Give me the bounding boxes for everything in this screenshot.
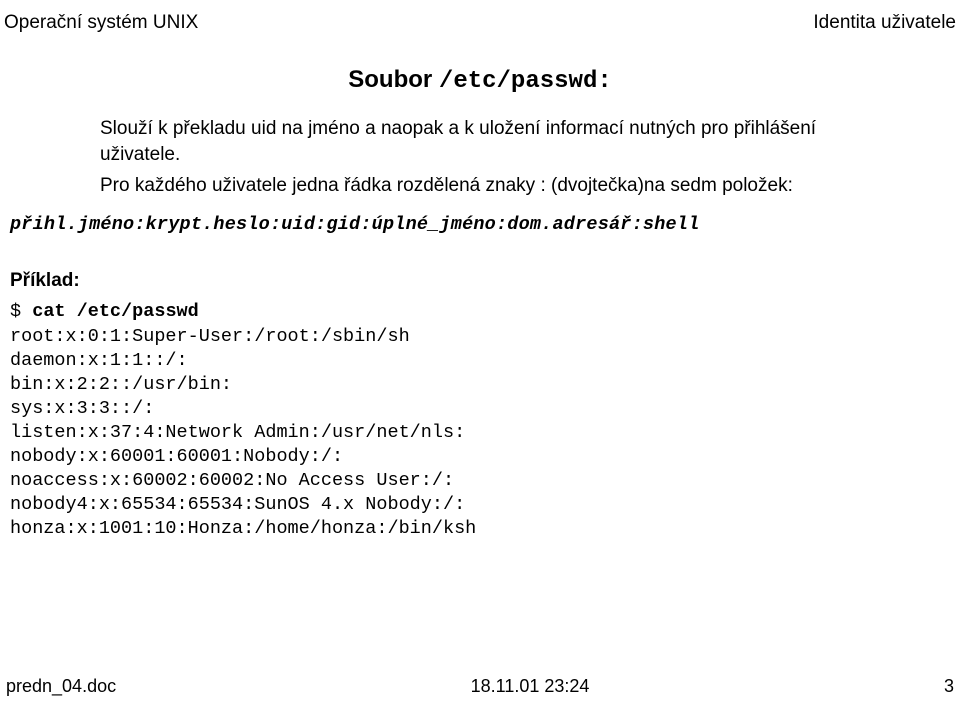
example-label: Příklad: — [10, 268, 900, 294]
header-right: Identita uživatele — [813, 10, 956, 36]
title-path: /etc/passwd: — [439, 68, 612, 95]
footer-right: 3 — [944, 674, 954, 698]
output-line: noaccess:x:60002:60002:No Access User:/: — [10, 469, 900, 493]
page-header: Operační systém UNIX Identita uživatele — [0, 10, 960, 36]
paragraph-1: Slouží k překladu uid na jméno a naopak … — [100, 116, 900, 167]
output-line: nobody:x:60001:60001:Nobody:/: — [10, 445, 900, 469]
example-block: Příklad: $ cat /etc/passwd root:x:0:1:Su… — [10, 268, 900, 541]
title-word: Soubor — [348, 66, 432, 93]
prompt: $ — [10, 301, 32, 322]
output-line: listen:x:37:4:Network Admin:/usr/net/nls… — [10, 421, 900, 445]
output-line: root:x:0:1:Super-User:/root:/sbin/sh — [10, 325, 900, 349]
page-title: Soubor /etc/passwd: — [0, 64, 960, 98]
output-line: daemon:x:1:1::/: — [10, 349, 900, 373]
output-line: bin:x:2:2::/usr/bin: — [10, 373, 900, 397]
output-line: sys:x:3:3::/: — [10, 397, 900, 421]
footer-left: predn_04.doc — [6, 674, 116, 698]
output-line: nobody4:x:65534:65534:SunOS 4.x Nobody:/… — [10, 493, 900, 517]
header-left: Operační systém UNIX — [4, 10, 198, 36]
footer-center: 18.11.01 23:24 — [471, 674, 590, 698]
format-line: přihl.jméno:krypt.heslo:uid:gid:úplné_jm… — [10, 213, 900, 238]
page-footer: predn_04.doc 18.11.01 23:24 3 — [0, 674, 960, 698]
body: Slouží k překladu uid na jméno a naopak … — [0, 116, 960, 541]
paragraph-2: Pro každého uživatele jedna řádka rozděl… — [100, 173, 900, 199]
command-line: $ cat /etc/passwd — [10, 300, 900, 325]
output-line: honza:x:1001:10:Honza:/home/honza:/bin/k… — [10, 517, 900, 541]
command: cat /etc/passwd — [32, 301, 199, 322]
